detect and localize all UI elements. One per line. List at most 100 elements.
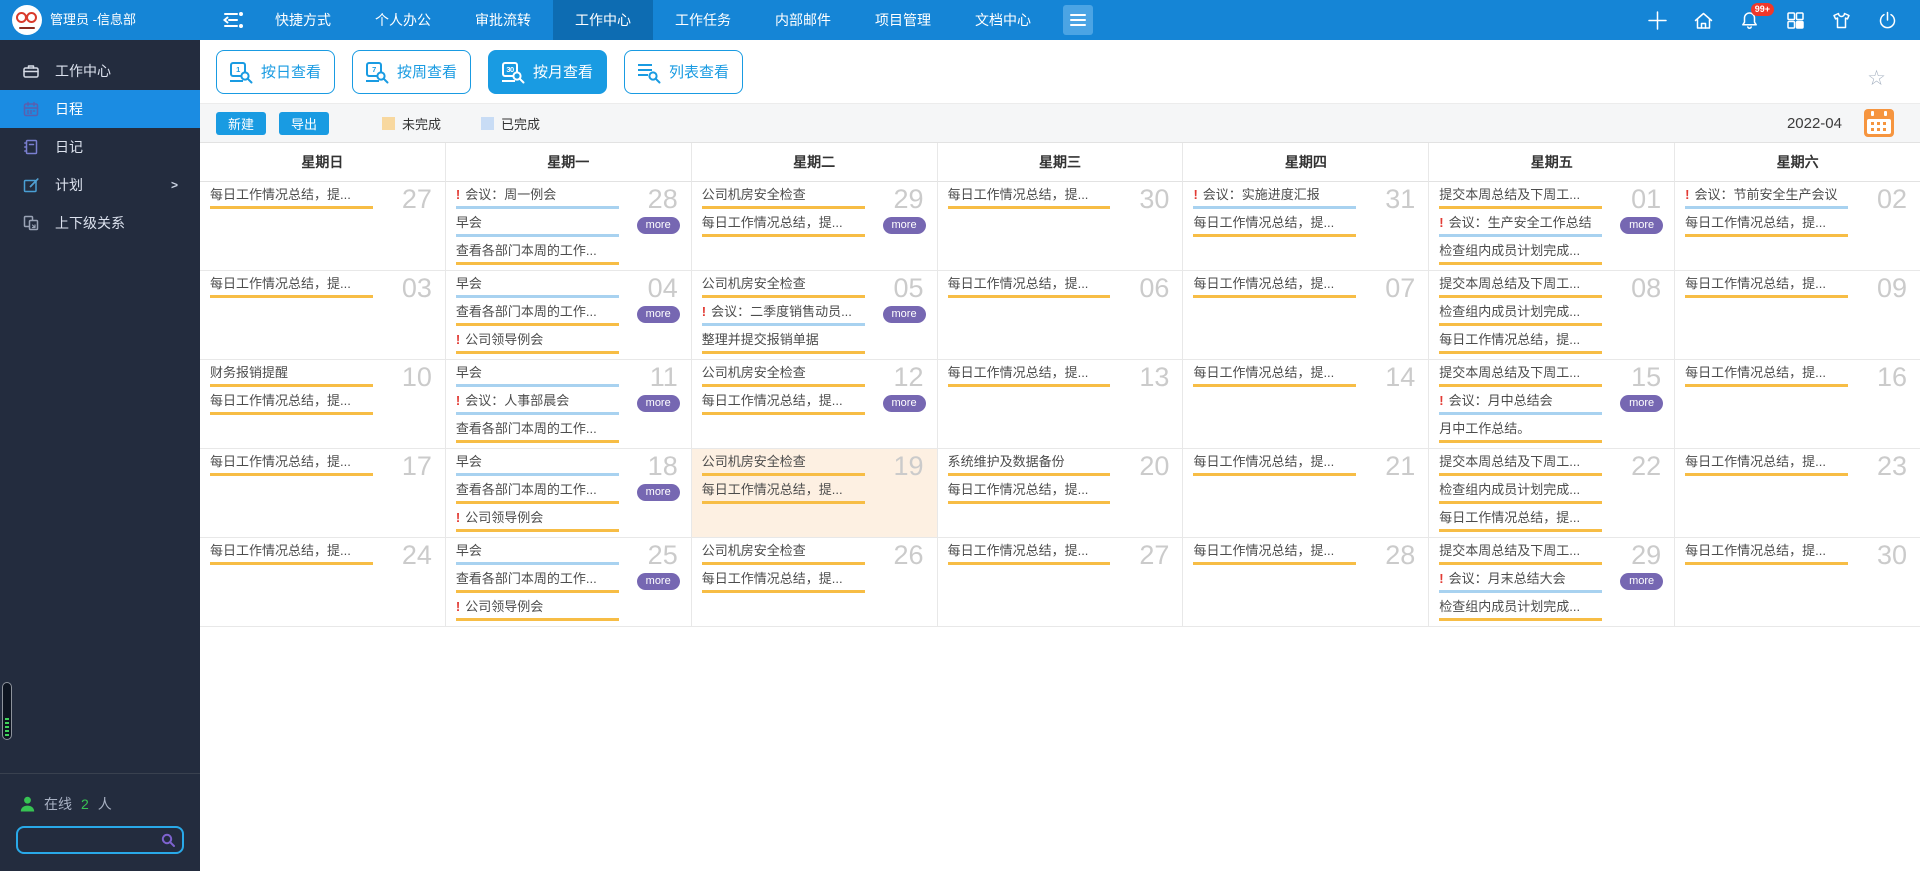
schedule-entry[interactable]: 每日工作情况总结，提... [701,214,865,242]
schedule-entry[interactable]: 每日工作情况总结，提... [1193,214,1357,242]
calendar-day-cell[interactable]: 每日工作情况总结，提... 28 [1183,538,1430,627]
schedule-entry[interactable]: 公司机房安全检查 [701,275,865,303]
new-button[interactable]: 新建 [216,111,267,135]
calendar-day-cell[interactable]: ! 会议：周一例会 早会 查看各部门本周的工作... 28 more [445,182,692,271]
schedule-entry[interactable]: 整理并提交报销单据 [701,331,865,359]
schedule-entry[interactable]: 检查组内成员计划完成... [1439,242,1603,270]
schedule-entry[interactable]: 每日工作情况总结，提... [947,542,1111,570]
sidebar-item-日程[interactable]: 日程 [0,90,200,128]
calendar-day-cell[interactable]: 公司机房安全检查 每日工作情况总结，提... 19 [691,449,938,538]
nav-item[interactable]: 工作中心 [553,0,653,40]
schedule-entry[interactable]: 公司机房安全检查 [701,364,865,392]
schedule-entry[interactable]: ! 会议：月末总结大会 [1439,570,1603,598]
schedule-entry[interactable]: 提交本周总结及下周工... [1439,186,1603,214]
schedule-entry[interactable]: 早会 [455,453,619,481]
calendar-day-cell[interactable]: 提交本周总结及下周工... ! 会议：月中总结会 月中工作总结。 15 more [1429,360,1676,449]
more-badge[interactable]: more [882,395,926,412]
calendar-day-cell[interactable]: 每日工作情况总结，提... 13 [937,360,1184,449]
month-calendar-icon[interactable] [1864,109,1894,137]
schedule-entry[interactable]: ! 公司领导例会 [455,509,619,537]
sidebar-search-input[interactable] [18,828,182,852]
schedule-entry[interactable]: 公司机房安全检查 [701,453,865,481]
schedule-entry[interactable]: ! 会议：人事部晨会 [455,392,619,420]
schedule-entry[interactable]: 每日工作情况总结，提... [701,481,865,509]
schedule-entry[interactable]: 查看各部门本周的工作... [455,420,619,448]
schedule-entry[interactable]: 每日工作情况总结，提... [1193,364,1357,392]
schedule-entry[interactable]: 提交本周总结及下周工... [1439,364,1603,392]
nav-item[interactable]: 个人办公 [353,0,453,40]
schedule-entry[interactable]: 每日工作情况总结，提... [210,275,373,303]
schedule-entry[interactable]: ! 会议：二季度销售动员... [701,303,865,331]
add-icon[interactable] [1647,10,1668,31]
nav-item[interactable]: 文档中心 [953,0,1053,40]
schedule-entry[interactable]: 早会 [455,214,619,242]
view-button-按周查看[interactable]: 7 按周查看 [352,49,472,94]
schedule-entry[interactable]: 每日工作情况总结，提... [210,453,373,481]
schedule-entry[interactable]: 查看各部门本周的工作... [455,570,619,598]
sidebar-scroll-indicator[interactable] [2,682,12,740]
schedule-entry[interactable]: 检查组内成员计划完成... [1439,303,1603,331]
schedule-entry[interactable]: 检查组内成员计划完成... [1439,598,1603,626]
schedule-entry[interactable]: 财务报销提醒 [210,364,373,392]
more-badge[interactable]: more [882,217,926,234]
calendar-day-cell[interactable]: 每日工作情况总结，提... 30 [1675,538,1920,627]
schedule-entry[interactable]: 每日工作情况总结，提... [210,186,373,214]
schedule-entry[interactable]: 每日工作情况总结，提... [1439,509,1603,537]
calendar-day-cell[interactable]: 系统维护及数据备份 每日工作情况总结，提... 20 [937,449,1184,538]
apps-grid-icon[interactable] [1785,10,1806,31]
more-badge[interactable]: more [636,217,680,234]
home-icon[interactable] [1693,10,1714,31]
schedule-entry[interactable]: 提交本周总结及下周工... [1439,542,1603,570]
schedule-entry[interactable]: 每日工作情况总结，提... [947,186,1111,214]
schedule-entry[interactable]: 每日工作情况总结，提... [1439,331,1603,359]
schedule-entry[interactable]: ! 公司领导例会 [455,331,619,359]
calendar-day-cell[interactable]: 每日工作情况总结，提... 07 [1183,271,1430,360]
schedule-entry[interactable]: 每日工作情况总结，提... [947,275,1111,303]
calendar-day-cell[interactable]: 每日工作情况总结，提... 24 [200,538,446,627]
calendar-day-cell[interactable]: 提交本周总结及下周工... 检查组内成员计划完成... 每日工作情况总结，提... 2… [1429,449,1676,538]
schedule-entry[interactable]: 检查组内成员计划完成... [1439,481,1603,509]
notifications-bell-icon[interactable]: 99+ [1739,2,1774,31]
calendar-day-cell[interactable]: 提交本周总结及下周工... ! 会议：月末总结大会 检查组内成员计划完成... 29 mo… [1429,538,1676,627]
calendar-day-cell[interactable]: 早会 查看各部门本周的工作... ! 公司领导例会 25 more [445,538,692,627]
sidebar-item-上下级关系[interactable]: 上下级关系 [0,204,200,242]
more-badge[interactable]: more [1620,573,1664,590]
calendar-day-cell[interactable]: ! 会议：实施进度汇报 每日工作情况总结，提... 31 [1183,182,1430,271]
sidebar-item-日记[interactable]: 日记 [0,128,200,166]
more-badge[interactable]: more [1620,217,1664,234]
calendar-day-cell[interactable]: 公司机房安全检查 ! 会议：二季度销售动员... 整理并提交报销单据 05 more [691,271,938,360]
schedule-entry[interactable]: 每日工作情况总结，提... [1685,275,1849,303]
calendar-day-cell[interactable]: 早会 查看各部门本周的工作... ! 公司领导例会 04 more [445,271,692,360]
sidebar-item-计划[interactable]: 计划 > [0,166,200,204]
schedule-entry[interactable]: 每日工作情况总结，提... [947,364,1111,392]
calendar-day-cell[interactable]: 公司机房安全检查 每日工作情况总结，提... 29 more [691,182,938,271]
more-badge[interactable]: more [882,306,926,323]
schedule-entry[interactable]: 查看各部门本周的工作... [455,481,619,509]
schedule-entry[interactable]: 系统维护及数据备份 [947,453,1111,481]
calendar-day-cell[interactable]: 每日工作情况总结，提... 16 [1675,360,1920,449]
menu-collapse-icon[interactable] [222,10,244,30]
calendar-day-cell[interactable]: 每日工作情况总结，提... 27 [937,538,1184,627]
schedule-entry[interactable]: 每日工作情况总结，提... [1685,364,1849,392]
calendar-day-cell[interactable]: 提交本周总结及下周工... ! 会议：生产安全工作总结 检查组内成员计划完成... 01… [1429,182,1676,271]
schedule-entry[interactable]: 查看各部门本周的工作... [455,303,619,331]
theme-shirt-icon[interactable] [1831,10,1852,31]
calendar-day-cell[interactable]: 提交本周总结及下周工... 检查组内成员计划完成... 每日工作情况总结，提... 0… [1429,271,1676,360]
schedule-entry[interactable]: 每日工作情况总结，提... [701,392,865,420]
sidebar-item-工作中心[interactable]: 工作中心 [0,52,200,90]
schedule-entry[interactable]: ! 会议：节前安全生产会议 [1685,186,1849,214]
calendar-day-cell[interactable]: 每日工作情况总结，提... 06 [937,271,1184,360]
calendar-day-cell[interactable]: 每日工作情况总结，提... 21 [1183,449,1430,538]
calendar-day-cell[interactable]: 财务报销提醒 每日工作情况总结，提... 10 [200,360,446,449]
schedule-entry[interactable]: 查看各部门本周的工作... [455,242,619,270]
calendar-day-cell[interactable]: 公司机房安全检查 每日工作情况总结，提... 26 [691,538,938,627]
schedule-entry[interactable]: 提交本周总结及下周工... [1439,275,1603,303]
apps-menu-button[interactable] [1063,5,1093,35]
nav-item[interactable]: 工作任务 [653,0,753,40]
schedule-entry[interactable]: 每日工作情况总结，提... [1193,275,1357,303]
view-button-按日查看[interactable]: 1 按日查看 [216,49,336,94]
logout-power-icon[interactable] [1877,10,1898,31]
more-badge[interactable]: more [636,395,680,412]
calendar-day-cell[interactable]: 每日工作情况总结，提... 23 [1675,449,1920,538]
nav-item[interactable]: 审批流转 [453,0,553,40]
